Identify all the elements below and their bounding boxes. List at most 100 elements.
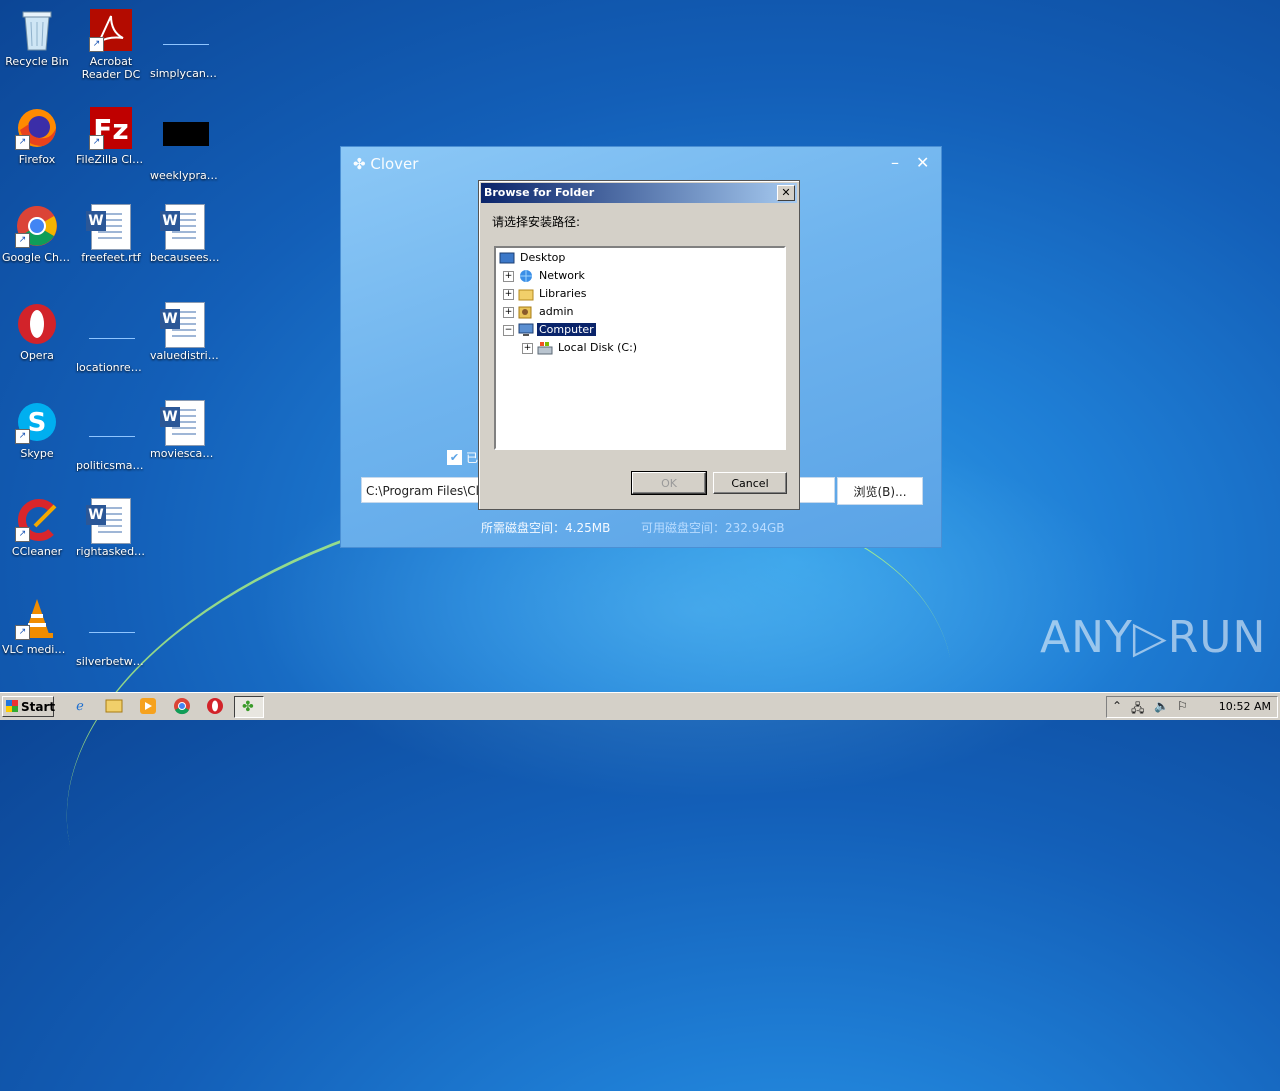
desktop-icon-valuedistrib[interactable]: W valuedistrib... [148, 302, 222, 362]
desktop-icon-filezilla[interactable]: Fz ↗ FileZilla Client [74, 106, 148, 166]
dialog-close-button[interactable]: ✕ [777, 185, 795, 201]
blank-file-icon [89, 314, 135, 358]
hard-drive-icon [537, 341, 553, 355]
taskbar: Start ℯ ✤ ⌃ 🖧 🔈 ⚐ 10:52 AM [0, 692, 1280, 720]
desktop-icon-firefox[interactable]: ↗ Firefox [0, 106, 74, 166]
browse-button[interactable]: 浏览(B)... [837, 477, 923, 505]
desktop-icon-freefeet[interactable]: W freefeet.rtf [74, 204, 148, 264]
tree-item-libraries[interactable]: + Libraries [503, 286, 589, 302]
desktop-icon-vlc[interactable]: ↗ VLC media player [0, 596, 74, 656]
desktop-icon-label: Acrobat Reader DC [81, 55, 141, 81]
user-folder-icon [518, 305, 534, 319]
action-center-flag-icon[interactable]: ⚐ [1177, 699, 1188, 713]
chrome-icon: ↗ [15, 204, 59, 248]
word-document-icon: W [160, 400, 207, 446]
desktop-icon-skype[interactable]: S ↗ Skype [0, 400, 74, 460]
cancel-button[interactable]: Cancel [713, 472, 787, 494]
media-player-icon[interactable] [138, 697, 158, 717]
expand-icon[interactable]: + [503, 306, 514, 318]
tree-item-computer[interactable]: − Computer [503, 322, 596, 338]
desktop-icon-label: rightasked.rtf [76, 545, 148, 558]
tree-item-desktop[interactable]: Desktop [499, 250, 567, 266]
blank-file-icon [89, 412, 135, 456]
desktop-icon-label: Opera [20, 349, 54, 362]
desktop-icon-acrobat[interactable]: ↗ Acrobat Reader DC [74, 8, 148, 81]
desktop-icon-ccleaner[interactable]: ↗ CCleaner [0, 498, 74, 558]
network-tray-icon[interactable]: 🖧 [1131, 699, 1144, 720]
tree-item-local-disk[interactable]: + Local Disk (C:) [522, 340, 639, 356]
clover-logo-icon: ✤ [353, 155, 366, 173]
clover-title: ✤ Clover [353, 155, 419, 173]
opera-taskbar-icon[interactable] [205, 697, 225, 717]
desktop-icon-label: Firefox [18, 153, 56, 166]
browse-for-folder-dialog: Browse for Folder ✕ 请选择安装路径: Desktop + Ne… [478, 180, 800, 510]
vlc-cone-icon: ↗ [15, 596, 59, 640]
desktop-icon-label: locationrent... [76, 361, 148, 374]
dialog-titlebar: Browse for Folder ✕ [481, 183, 797, 203]
clover-taskbar-button[interactable]: ✤ [234, 696, 264, 718]
desktop-icon-rightasked[interactable]: W rightasked.rtf [74, 498, 148, 558]
libraries-folder-icon [518, 287, 534, 301]
desktop-icon-label: FileZilla Client [76, 153, 148, 166]
desktop-icon-chrome[interactable]: ↗ Google Chrome [0, 204, 74, 264]
acrobat-icon: ↗ [89, 8, 133, 52]
desktop-icon-label: Skype [20, 447, 54, 460]
minimize-icon[interactable]: – [891, 153, 899, 172]
desktop-icon-weeklypract[interactable]: weeklypract... [148, 106, 222, 182]
system-tray: ⌃ 🖧 🔈 ⚐ 10:52 AM [1106, 696, 1278, 718]
folder-tree[interactable]: Desktop + Network + Libraries + admin − Comp… [494, 246, 786, 450]
expand-icon[interactable]: + [503, 288, 514, 300]
expand-icon[interactable]: + [503, 270, 514, 282]
desktop-icon-label: moviescapit... [150, 447, 222, 460]
desktop-icon-locationrent[interactable]: locationrent... [74, 302, 148, 374]
recycle-bin-icon [15, 8, 59, 52]
desktop-icon-becauseest[interactable]: W becauseest... [148, 204, 222, 264]
chrome-taskbar-icon[interactable] [172, 697, 192, 717]
blank-file-icon [163, 20, 209, 64]
desktop-icon-label: VLC media player [2, 643, 74, 656]
black-thumbnail-icon [163, 122, 209, 166]
word-document-icon: W [160, 302, 207, 348]
desktop-icon-simplycance[interactable]: simplycance... [148, 8, 222, 80]
desktop-icon-silverbetwe[interactable]: silverbetwe... [74, 596, 148, 668]
dialog-prompt: 请选择安装路径: [492, 215, 581, 229]
internet-explorer-icon[interactable]: ℯ [70, 697, 90, 717]
firefox-icon: ↗ [15, 106, 59, 150]
windows-logo-icon [6, 700, 18, 712]
expand-icon[interactable]: + [522, 342, 533, 354]
close-icon[interactable]: ✕ [916, 153, 929, 172]
show-hidden-icons-icon[interactable]: ⌃ [1112, 699, 1122, 713]
agree-checkbox[interactable]: ✔ [447, 450, 462, 465]
volume-icon[interactable]: 🔈 [1154, 699, 1169, 713]
dialog-title: Browse for Folder [484, 186, 595, 199]
desktop-icon-label: becauseest... [150, 251, 222, 264]
skype-icon: S ↗ [15, 400, 59, 444]
collapse-icon[interactable]: − [503, 324, 514, 336]
required-space-text: 所需磁盘空间：4.25MB [481, 521, 611, 535]
opera-icon [15, 302, 59, 346]
word-document-icon: W [86, 498, 133, 544]
desktop-icon-label: valuedistrib... [150, 349, 222, 362]
available-space-text: 可用磁盘空间：232.94GB [641, 521, 785, 535]
desktop-icon-moviescapit[interactable]: W moviescapit... [148, 400, 222, 460]
blank-file-icon [89, 608, 135, 652]
desktop-icon-label: freefeet.rtf [81, 251, 141, 264]
desktop-icon-opera[interactable]: Opera [0, 302, 74, 362]
tree-item-admin[interactable]: + admin [503, 304, 575, 320]
desktop-icon-label: Google Chrome [2, 251, 74, 264]
clock[interactable]: 10:52 AM [1219, 700, 1271, 713]
start-button[interactable]: Start [2, 696, 55, 717]
desktop-icon-politicsmachi[interactable]: politicsmachi... [74, 400, 148, 472]
file-explorer-icon[interactable] [104, 697, 124, 717]
computer-icon [518, 323, 534, 337]
desktop-icon-label: simplycance... [150, 67, 222, 80]
word-document-icon: W [86, 204, 133, 250]
tree-item-network[interactable]: + Network [503, 268, 587, 284]
desktop-folder-icon [499, 251, 515, 265]
agree-checkbox-label: 已 [466, 451, 479, 465]
desktop-icon-recycle-bin[interactable]: Recycle Bin [0, 8, 74, 68]
ccleaner-icon: ↗ [15, 498, 59, 542]
desktop-icon-label: politicsmachi... [76, 459, 148, 472]
desktop-icon-label: weeklypract... [150, 169, 222, 182]
ok-button[interactable]: OK [631, 471, 707, 495]
